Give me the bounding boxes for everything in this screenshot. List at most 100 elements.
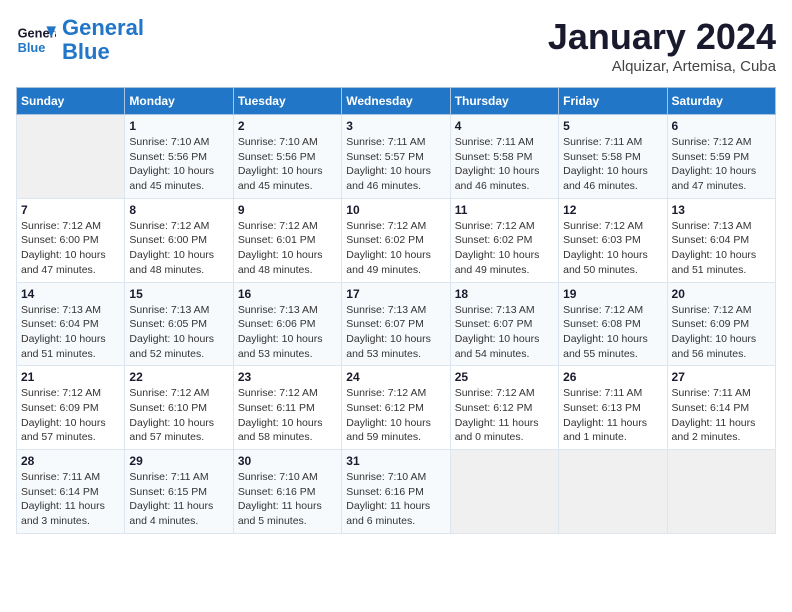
day-number: 13: [672, 203, 771, 217]
calendar-cell: 11 Sunrise: 7:12 AMSunset: 6:02 PMDayligh…: [450, 198, 558, 282]
day-number: 27: [672, 370, 771, 384]
day-info: Sunrise: 7:11 AMSunset: 6:14 PMDaylight:…: [672, 386, 771, 445]
location: Alquizar, Artemisa, Cuba: [548, 58, 776, 75]
calendar-cell: 22 Sunrise: 7:12 AMSunset: 6:10 PMDayligh…: [125, 366, 233, 450]
day-info: Sunrise: 7:12 AMSunset: 6:01 PMDaylight:…: [238, 219, 337, 278]
calendar-cell: 7 Sunrise: 7:12 AMSunset: 6:00 PMDaylight…: [17, 198, 125, 282]
weekday-header-row: SundayMondayTuesdayWednesdayThursdayFrid…: [17, 88, 776, 115]
calendar-cell: 29Sunrise: 7:11 AMSunset: 6:15 PMDayligh…: [125, 450, 233, 534]
calendar-cell: 12 Sunrise: 7:12 AMSunset: 6:03 PMDayligh…: [559, 198, 667, 282]
calendar-cell: 3 Sunrise: 7:11 AMSunset: 5:57 PMDaylight…: [342, 115, 450, 199]
calendar-cell: 6Sunrise: 7:12 AMSunset: 5:59 PMDaylight…: [667, 115, 775, 199]
day-number: 15: [129, 287, 228, 301]
calendar-cell: 28 Sunrise: 7:11 AMSunset: 6:14 PMDayligh…: [17, 450, 125, 534]
day-number: 28: [21, 454, 120, 468]
calendar-cell: 1 Sunrise: 7:10 AMSunset: 5:56 PMDaylight…: [125, 115, 233, 199]
logo-icon: General Blue: [16, 20, 56, 60]
calendar-week-row: 14 Sunrise: 7:13 AMSunset: 6:04 PMDayligh…: [17, 282, 776, 366]
calendar-cell: 17 Sunrise: 7:13 AMSunset: 6:07 PMDayligh…: [342, 282, 450, 366]
day-number: 1: [129, 119, 228, 133]
calendar-cell: 4 Sunrise: 7:11 AMSunset: 5:58 PMDaylight…: [450, 115, 558, 199]
day-number: 26: [563, 370, 662, 384]
calendar-week-row: 21 Sunrise: 7:12 AMSunset: 6:09 PMDayligh…: [17, 366, 776, 450]
calendar-cell: 20 Sunrise: 7:12 AMSunset: 6:09 PMDayligh…: [667, 282, 775, 366]
day-info: Sunrise: 7:13 AMSunset: 6:04 PMDaylight:…: [21, 303, 120, 362]
day-info: Sunrise: 7:12 AMSunset: 6:00 PMDaylight:…: [21, 219, 120, 278]
title-block: January 2024 Alquizar, Artemisa, Cuba: [548, 16, 776, 75]
day-info: Sunrise: 7:11 AMSunset: 5:58 PMDaylight:…: [455, 135, 554, 194]
calendar-cell: 8Sunrise: 7:12 AMSunset: 6:00 PMDaylight…: [125, 198, 233, 282]
day-info: Sunrise: 7:12 AMSunset: 6:12 PMDaylight:…: [346, 386, 445, 445]
day-info: Sunrise: 7:12 AMSunset: 6:09 PMDaylight:…: [672, 303, 771, 362]
day-number: 14: [21, 287, 120, 301]
day-info: Sunrise: 7:12 AMSunset: 6:02 PMDaylight:…: [455, 219, 554, 278]
calendar-cell: 16 Sunrise: 7:13 AMSunset: 6:06 PMDayligh…: [233, 282, 341, 366]
day-number: 5: [563, 119, 662, 133]
day-number: 18: [455, 287, 554, 301]
day-number: 24: [346, 370, 445, 384]
day-info: Sunrise: 7:12 AMSunset: 5:59 PMDaylight:…: [672, 135, 771, 194]
day-info: Sunrise: 7:12 AMSunset: 6:10 PMDaylight:…: [129, 386, 228, 445]
day-number: 2: [238, 119, 337, 133]
day-info: Sunrise: 7:10 AMSunset: 6:16 PMDaylight:…: [346, 470, 445, 529]
logo: General Blue General Blue: [16, 16, 144, 64]
day-info: Sunrise: 7:11 AMSunset: 5:57 PMDaylight:…: [346, 135, 445, 194]
day-number: 29: [129, 454, 228, 468]
calendar-cell: [667, 450, 775, 534]
day-info: Sunrise: 7:10 AMSunset: 5:56 PMDaylight:…: [129, 135, 228, 194]
day-info: Sunrise: 7:11 AMSunset: 5:58 PMDaylight:…: [563, 135, 662, 194]
day-number: 3: [346, 119, 445, 133]
calendar-week-row: 1 Sunrise: 7:10 AMSunset: 5:56 PMDaylight…: [17, 115, 776, 199]
calendar-cell: [17, 115, 125, 199]
day-number: 9: [238, 203, 337, 217]
day-number: 19: [563, 287, 662, 301]
day-info: Sunrise: 7:13 AMSunset: 6:05 PMDaylight:…: [129, 303, 228, 362]
day-number: 17: [346, 287, 445, 301]
calendar-cell: 23 Sunrise: 7:12 AMSunset: 6:11 PMDayligh…: [233, 366, 341, 450]
day-number: 20: [672, 287, 771, 301]
calendar-cell: 9 Sunrise: 7:12 AMSunset: 6:01 PMDaylight…: [233, 198, 341, 282]
day-number: 11: [455, 203, 554, 217]
calendar-cell: [450, 450, 558, 534]
day-info: Sunrise: 7:10 AMSunset: 5:56 PMDaylight:…: [238, 135, 337, 194]
day-info: Sunrise: 7:13 AMSunset: 6:07 PMDaylight:…: [455, 303, 554, 362]
day-info: Sunrise: 7:13 AMSunset: 6:04 PMDaylight:…: [672, 219, 771, 278]
calendar-cell: 27 Sunrise: 7:11 AMSunset: 6:14 PMDayligh…: [667, 366, 775, 450]
svg-text:Blue: Blue: [18, 40, 46, 55]
calendar-cell: 25Sunrise: 7:12 AMSunset: 6:12 PMDayligh…: [450, 366, 558, 450]
calendar-cell: 15 Sunrise: 7:13 AMSunset: 6:05 PMDayligh…: [125, 282, 233, 366]
month-title: January 2024: [548, 16, 776, 58]
calendar-cell: 30 Sunrise: 7:10 AMSunset: 6:16 PMDayligh…: [233, 450, 341, 534]
calendar-cell: 26 Sunrise: 7:11 AMSunset: 6:13 PMDayligh…: [559, 366, 667, 450]
weekday-header-sunday: Sunday: [17, 88, 125, 115]
calendar-table: SundayMondayTuesdayWednesdayThursdayFrid…: [16, 87, 776, 534]
day-number: 30: [238, 454, 337, 468]
day-info: Sunrise: 7:12 AMSunset: 6:00 PMDaylight:…: [129, 219, 228, 278]
day-info: Sunrise: 7:12 AMSunset: 6:03 PMDaylight:…: [563, 219, 662, 278]
day-info: Sunrise: 7:11 AMSunset: 6:14 PMDaylight:…: [21, 470, 120, 529]
day-info: Sunrise: 7:12 AMSunset: 6:09 PMDaylight:…: [21, 386, 120, 445]
calendar-cell: 13 Sunrise: 7:13 AMSunset: 6:04 PMDayligh…: [667, 198, 775, 282]
calendar-cell: 18 Sunrise: 7:13 AMSunset: 6:07 PMDayligh…: [450, 282, 558, 366]
day-info: Sunrise: 7:12 AMSunset: 6:12 PMDaylight:…: [455, 386, 554, 445]
day-info: Sunrise: 7:11 AMSunset: 6:13 PMDaylight:…: [563, 386, 662, 445]
weekday-header-monday: Monday: [125, 88, 233, 115]
calendar-week-row: 28 Sunrise: 7:11 AMSunset: 6:14 PMDayligh…: [17, 450, 776, 534]
day-number: 23: [238, 370, 337, 384]
day-info: Sunrise: 7:12 AMSunset: 6:11 PMDaylight:…: [238, 386, 337, 445]
day-number: 21: [21, 370, 120, 384]
calendar-cell: 31 Sunrise: 7:10 AMSunset: 6:16 PMDayligh…: [342, 450, 450, 534]
page-header: General Blue General Blue January 2024 A…: [16, 16, 776, 75]
weekday-header-friday: Friday: [559, 88, 667, 115]
calendar-cell: 19Sunrise: 7:12 AMSunset: 6:08 PMDayligh…: [559, 282, 667, 366]
day-number: 4: [455, 119, 554, 133]
day-number: 16: [238, 287, 337, 301]
day-number: 12: [563, 203, 662, 217]
day-info: Sunrise: 7:10 AMSunset: 6:16 PMDaylight:…: [238, 470, 337, 529]
day-info: Sunrise: 7:13 AMSunset: 6:06 PMDaylight:…: [238, 303, 337, 362]
day-number: 7: [21, 203, 120, 217]
day-number: 22: [129, 370, 228, 384]
logo-text: General Blue: [62, 16, 144, 64]
day-info: Sunrise: 7:13 AMSunset: 6:07 PMDaylight:…: [346, 303, 445, 362]
day-number: 31: [346, 454, 445, 468]
